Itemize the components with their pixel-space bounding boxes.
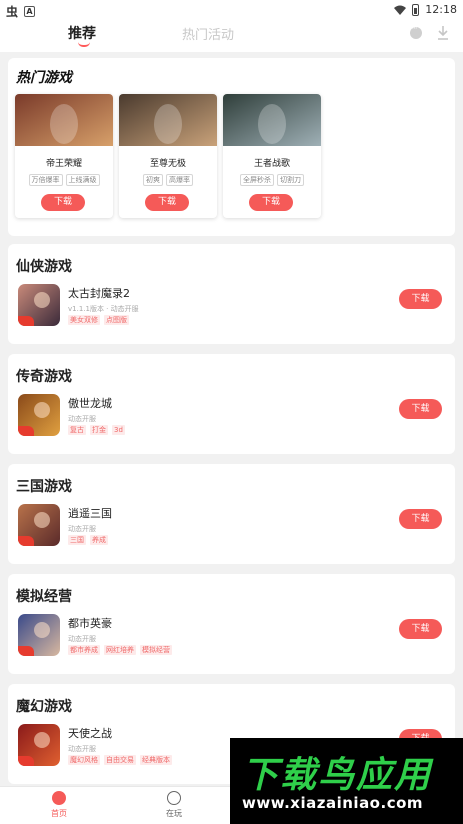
game-download-button[interactable]: 下载 — [399, 619, 442, 639]
game-badge-icon — [18, 646, 34, 656]
hot-game-name: 至尊无极 — [149, 159, 186, 169]
game-tags: 都市养成 网红培养 模拟经营 — [68, 645, 172, 655]
category-title: 模拟经营 — [16, 589, 72, 605]
game-name[interactable]: 太古封魔录2 — [68, 285, 130, 301]
game-tag: 三国 — [68, 535, 86, 545]
hot-games-title: 热门游戏 — [16, 70, 72, 86]
watermark-url: www.xiazainiao.com — [242, 794, 424, 812]
nav-playing[interactable]: 在玩 — [154, 791, 194, 819]
category-title: 三国游戏 — [16, 479, 72, 495]
hot-game-tags: 初爽 高爆率 — [119, 174, 217, 186]
game-name[interactable]: 逍遥三国 — [68, 505, 112, 521]
game-tag: 打金 — [90, 425, 108, 435]
battery-icon — [412, 3, 420, 16]
hot-game-download-button[interactable]: 下载 — [41, 194, 85, 211]
game-tag: 养成 — [90, 535, 108, 545]
hot-game-name: 帝王荣耀 — [45, 159, 82, 169]
category-section: 仙侠游戏太古封魔录2 v1.1.1版本 · 动态开服 美女双修 点图版 下载 — [8, 244, 455, 344]
game-tags: 魔幻风格 自由交易 经典版本 — [68, 755, 172, 765]
tab-recommend[interactable]: 推荐 — [68, 23, 96, 43]
game-name[interactable]: 傲世龙城 — [68, 395, 112, 411]
game-tag: 点图版 — [104, 315, 129, 325]
game-tags: 美女双修 点图版 — [68, 315, 129, 325]
game-badge-icon — [18, 756, 34, 766]
status-bar: 虫 A 12:18 — [0, 0, 463, 20]
category-title: 魔幻游戏 — [16, 699, 72, 715]
watermark-title: 下载鸟应用 — [242, 755, 433, 796]
playing-icon — [167, 791, 181, 805]
watermark-overlay: 下载鸟应用 www.xiazainiao.com — [230, 738, 463, 824]
game-tag: 网红培养 — [104, 645, 136, 655]
home-icon — [52, 791, 66, 805]
game-tag: 模拟经营 — [140, 645, 172, 655]
tab-hot-activities[interactable]: 热门活动 — [182, 24, 234, 43]
game-subtitle: 动态开服 — [68, 415, 96, 423]
status-time: 12:18 — [425, 3, 457, 16]
game-subtitle: 动态开服 — [68, 745, 96, 753]
game-download-button[interactable]: 下载 — [399, 509, 442, 529]
top-tab-bar: 推荐 热门活动 — [0, 20, 463, 52]
category-title: 仙侠游戏 — [16, 259, 72, 275]
hot-game-card[interactable]: 王者战歌全屏秒杀 切割刀下载 — [223, 94, 321, 218]
game-tags: 三国 养成 — [68, 535, 108, 545]
game-subtitle: v1.1.1版本 · 动态开服 — [68, 305, 139, 313]
hot-game-tags: 万倍爆率 上线满级 — [15, 174, 113, 186]
nav-home-label: 首页 — [51, 809, 67, 818]
hot-games-section: 热门游戏 帝王荣耀 万倍爆率 上线满级 下载 至尊无极 初爽 高爆率 下载 王者战歌 全屏秒杀 切割… — [8, 58, 455, 236]
hot-game-tags: 全屏秒杀 切割刀 — [223, 174, 321, 186]
notification-icon: 虫 — [6, 5, 19, 19]
hot-game-tag: 万倍爆率 — [28, 174, 63, 186]
hot-game-download-button[interactable]: 下载 — [145, 194, 189, 211]
hot-game-tag: 初爽 — [143, 174, 163, 186]
category-section: 三国游戏逍遥三国动态开服三国 养成 下载 — [8, 464, 455, 564]
game-badge-icon — [18, 426, 34, 436]
game-tag: 自由交易 — [104, 755, 136, 765]
game-name[interactable]: 天使之战 — [68, 725, 112, 741]
game-tag: 经典版本 — [140, 755, 172, 765]
hot-game-tag: 高爆率 — [166, 174, 193, 186]
game-subtitle: 动态开服 — [68, 525, 96, 533]
hot-game-tag: 全屏秒杀 — [240, 174, 274, 186]
hot-game-tag: 切割刀 — [277, 174, 304, 186]
game-icon[interactable] — [18, 284, 60, 326]
hot-game-tag: 上线满级 — [65, 174, 100, 186]
hot-game-download-button[interactable]: 下载 — [249, 194, 293, 211]
game-tags: 复古 打金 3d — [68, 425, 125, 435]
hot-game-card[interactable]: 帝王荣耀万倍爆率 上线满级下载 — [15, 94, 113, 218]
game-tag: 复古 — [68, 425, 86, 435]
hot-game-cover — [15, 94, 113, 146]
download-manager-icon[interactable] — [437, 25, 449, 41]
tab-active-indicator — [78, 42, 90, 47]
game-badge-icon — [18, 316, 34, 326]
nav-playing-label: 在玩 — [166, 809, 182, 818]
nav-home[interactable]: 首页 — [39, 791, 79, 819]
app-badge-icon: A — [24, 6, 36, 17]
game-tag: 美女双修 — [68, 315, 100, 325]
category-section: 模拟经营 都市英豪 动态开服 都市养成 网红培养 模拟经营 下载 — [8, 574, 455, 674]
game-tag: 魔幻风格 — [68, 755, 100, 765]
game-download-button[interactable]: 下载 — [399, 399, 442, 419]
game-tag: 都市养成 — [68, 645, 100, 655]
game-download-button[interactable]: 下载 — [399, 289, 442, 309]
game-tag: 3d — [112, 425, 125, 435]
game-icon[interactable] — [18, 504, 60, 546]
game-badge-icon — [18, 536, 34, 546]
game-icon[interactable] — [18, 724, 60, 766]
game-name[interactable]: 都市英豪 — [68, 615, 112, 631]
game-subtitle: 动态开服 — [68, 635, 96, 643]
game-icon[interactable] — [18, 614, 60, 656]
hot-game-cover — [223, 94, 321, 146]
hot-game-name: 王者战歌 — [253, 159, 290, 169]
hot-game-card[interactable]: 至尊无极初爽 高爆率下载 — [119, 94, 217, 218]
hot-game-cover — [119, 94, 217, 146]
message-icon[interactable] — [410, 24, 422, 39]
wifi-icon — [394, 5, 407, 15]
game-icon[interactable] — [18, 394, 60, 436]
category-section: 传奇游戏傲世龙城动态开服复古 打金 3d 下载 — [8, 354, 455, 454]
category-title: 传奇游戏 — [16, 369, 72, 385]
